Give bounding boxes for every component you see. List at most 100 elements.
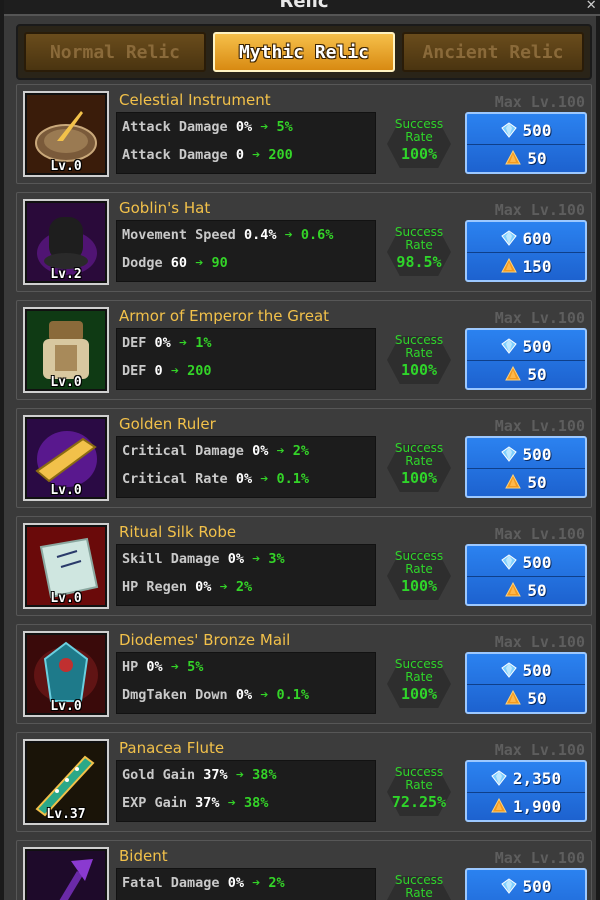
enhance-button[interactable]: 500 50 (465, 544, 587, 606)
stat-name: Skill Damage (122, 551, 220, 567)
gold-cost: 150 (467, 252, 585, 279)
relic-stats: HP 0% ➔ 5% DmgTaken Down 0% ➔ 0.1% (116, 652, 376, 714)
relic-level: Lv.0 (50, 375, 82, 390)
enhance-button[interactable]: 500 50 (465, 112, 587, 174)
enhance-button[interactable]: 500 (465, 868, 587, 900)
arrow-right-icon: ➔ (276, 443, 285, 459)
arrow-right-icon: ➔ (252, 147, 261, 163)
success-rate-value: 72.25% (391, 793, 447, 811)
success-rate: Success Rate 100% (385, 652, 453, 714)
stat-current: 0% (252, 443, 269, 459)
gold-icon (505, 690, 521, 706)
stat-name: DmgTaken Down (122, 687, 228, 703)
close-icon[interactable]: ✕ (586, 0, 596, 13)
gem-cost: 2,350 (467, 765, 585, 791)
success-rate-value: 100% (400, 685, 438, 703)
tab-normal-relic[interactable]: Normal Relic (24, 32, 206, 72)
bident-icon (27, 851, 105, 900)
relic-tabs: Normal Relic Mythic Relic Ancient Relic (16, 24, 592, 80)
gold-cost-value: 50 (527, 472, 547, 492)
arrow-right-icon: ➔ (252, 875, 261, 891)
enhance-button[interactable]: 500 50 (465, 328, 587, 390)
gold-icon (491, 798, 507, 814)
stat-next: 200 (268, 147, 293, 163)
gem-icon (501, 338, 517, 354)
gem-cost: 500 (467, 117, 585, 143)
stat-next: 2% (268, 875, 285, 891)
success-rate: Success Rate 100% (385, 328, 453, 390)
success-rate-label-2: Rate (405, 238, 433, 252)
gold-cost: 50 (467, 144, 585, 171)
stat-current: 0% (235, 687, 253, 703)
success-rate-value: 100% (400, 145, 438, 163)
stat-next: 3% (268, 551, 285, 567)
gem-icon (501, 554, 517, 570)
stat-name: Attack Damage (122, 119, 228, 135)
relic-card[interactable]: Lv.0 Armor of Emperor the Great Max Lv.1… (16, 300, 592, 400)
relic-card[interactable]: Lv.2 Goblin's Hat Max Lv.100 Movement Sp… (16, 192, 592, 292)
relic-max-level: Max Lv.100 (494, 417, 585, 435)
relic-max-level: Max Lv.100 (494, 849, 585, 867)
relic-card[interactable]: Lv.0 Diodemes' Bronze Mail Max Lv.100 HP… (16, 624, 592, 724)
relic-thumbnail[interactable]: Lv.0 (23, 307, 109, 393)
relic-stat: Attack Damage 0% ➔ 5% (122, 119, 293, 135)
stat-next: 5% (187, 659, 204, 675)
stat-current: 0% (195, 579, 212, 595)
relic-stats: DEF 0% ➔ 1% DEF 0 ➔ 200 (116, 328, 376, 390)
relic-thumbnail[interactable]: Lv.0 (23, 523, 109, 609)
success-rate: Success Rate 98.5% (385, 220, 453, 282)
stat-next: 2% (292, 443, 310, 459)
relic-thumbnail[interactable]: Lv.0 (23, 91, 109, 177)
relic-card[interactable]: Lv.0 Celestial Instrument Max Lv.100 Att… (16, 84, 592, 184)
relic-level: Lv.37 (46, 807, 86, 822)
arrow-right-icon: ➔ (170, 659, 179, 675)
stat-current: 0% (146, 659, 163, 675)
success-rate-label-2: Rate (405, 778, 433, 792)
relic-stat: Fatal Damage 0% ➔ 2% (122, 875, 285, 891)
relic-stat: Critical Rate 0% ➔ 0.1% (122, 471, 309, 487)
gold-cost-value: 50 (527, 148, 547, 168)
relic-thumbnail[interactable]: Lv.0 (23, 631, 109, 717)
gem-cost-value: 500 (522, 660, 552, 680)
arrow-right-icon: ➔ (260, 119, 269, 135)
stat-current: 0.4% (243, 227, 277, 243)
gem-cost: 500 (467, 441, 585, 467)
relic-stat: DEF 0% ➔ 1% (122, 335, 211, 351)
relic-window: Relic ✕ Normal Relic Mythic Relic Ancien… (0, 0, 600, 900)
stat-name: HP Regen (122, 579, 188, 595)
gold-icon (505, 474, 521, 490)
relic-max-level: Max Lv.100 (494, 201, 585, 219)
stat-name: Critical Rate (122, 471, 228, 487)
enhance-button[interactable]: 2,350 1,900 (465, 760, 587, 822)
gold-icon (505, 366, 521, 382)
tab-mythic-relic[interactable]: Mythic Relic (213, 32, 395, 72)
relic-card[interactable]: Lv.0 Golden Ruler Max Lv.100 Critical Da… (16, 408, 592, 508)
stat-current: 0 (235, 147, 244, 163)
stat-next: 0.1% (276, 687, 310, 703)
enhance-button[interactable]: 500 50 (465, 436, 587, 498)
stat-current: 0% (227, 875, 244, 891)
relic-stat: HP 0% ➔ 5% (122, 659, 203, 675)
gold-cost-value: 1,900 (512, 796, 562, 816)
tab-ancient-relic[interactable]: Ancient Relic (402, 32, 584, 72)
relic-list[interactable]: Lv.0 Celestial Instrument Max Lv.100 Att… (16, 84, 592, 900)
gem-cost: 500 (467, 549, 585, 575)
relic-stats: Movement Speed 0.4% ➔ 0.6% Dodge 60 ➔ 90 (116, 220, 376, 282)
success-rate-label-2: Rate (405, 886, 433, 900)
gold-cost-value: 50 (527, 580, 547, 600)
stat-next: 0.6% (300, 227, 334, 243)
enhance-button[interactable]: 600 150 (465, 220, 587, 282)
relic-name: Goblin's Hat (119, 199, 211, 217)
relic-thumbnail[interactable] (23, 847, 109, 900)
gold-cost: 50 (467, 576, 585, 603)
relic-stat: Attack Damage 0 ➔ 200 (122, 147, 293, 163)
gold-cost-value: 150 (522, 256, 552, 276)
relic-thumbnail[interactable]: Lv.2 (23, 199, 109, 285)
enhance-button[interactable]: 500 50 (465, 652, 587, 714)
relic-card[interactable]: Lv.0 Ritual Silk Robe Max Lv.100 Skill D… (16, 516, 592, 616)
relic-card[interactable]: Bident Max Lv.100 Fatal Damage 0% ➔ 2% S… (16, 840, 592, 900)
relic-card[interactable]: Lv.37 Panacea Flute Max Lv.100 Gold Gain… (16, 732, 592, 832)
relic-thumbnail[interactable]: Lv.37 (23, 739, 109, 825)
relic-thumbnail[interactable]: Lv.0 (23, 415, 109, 501)
stat-current: 37% (203, 767, 228, 783)
